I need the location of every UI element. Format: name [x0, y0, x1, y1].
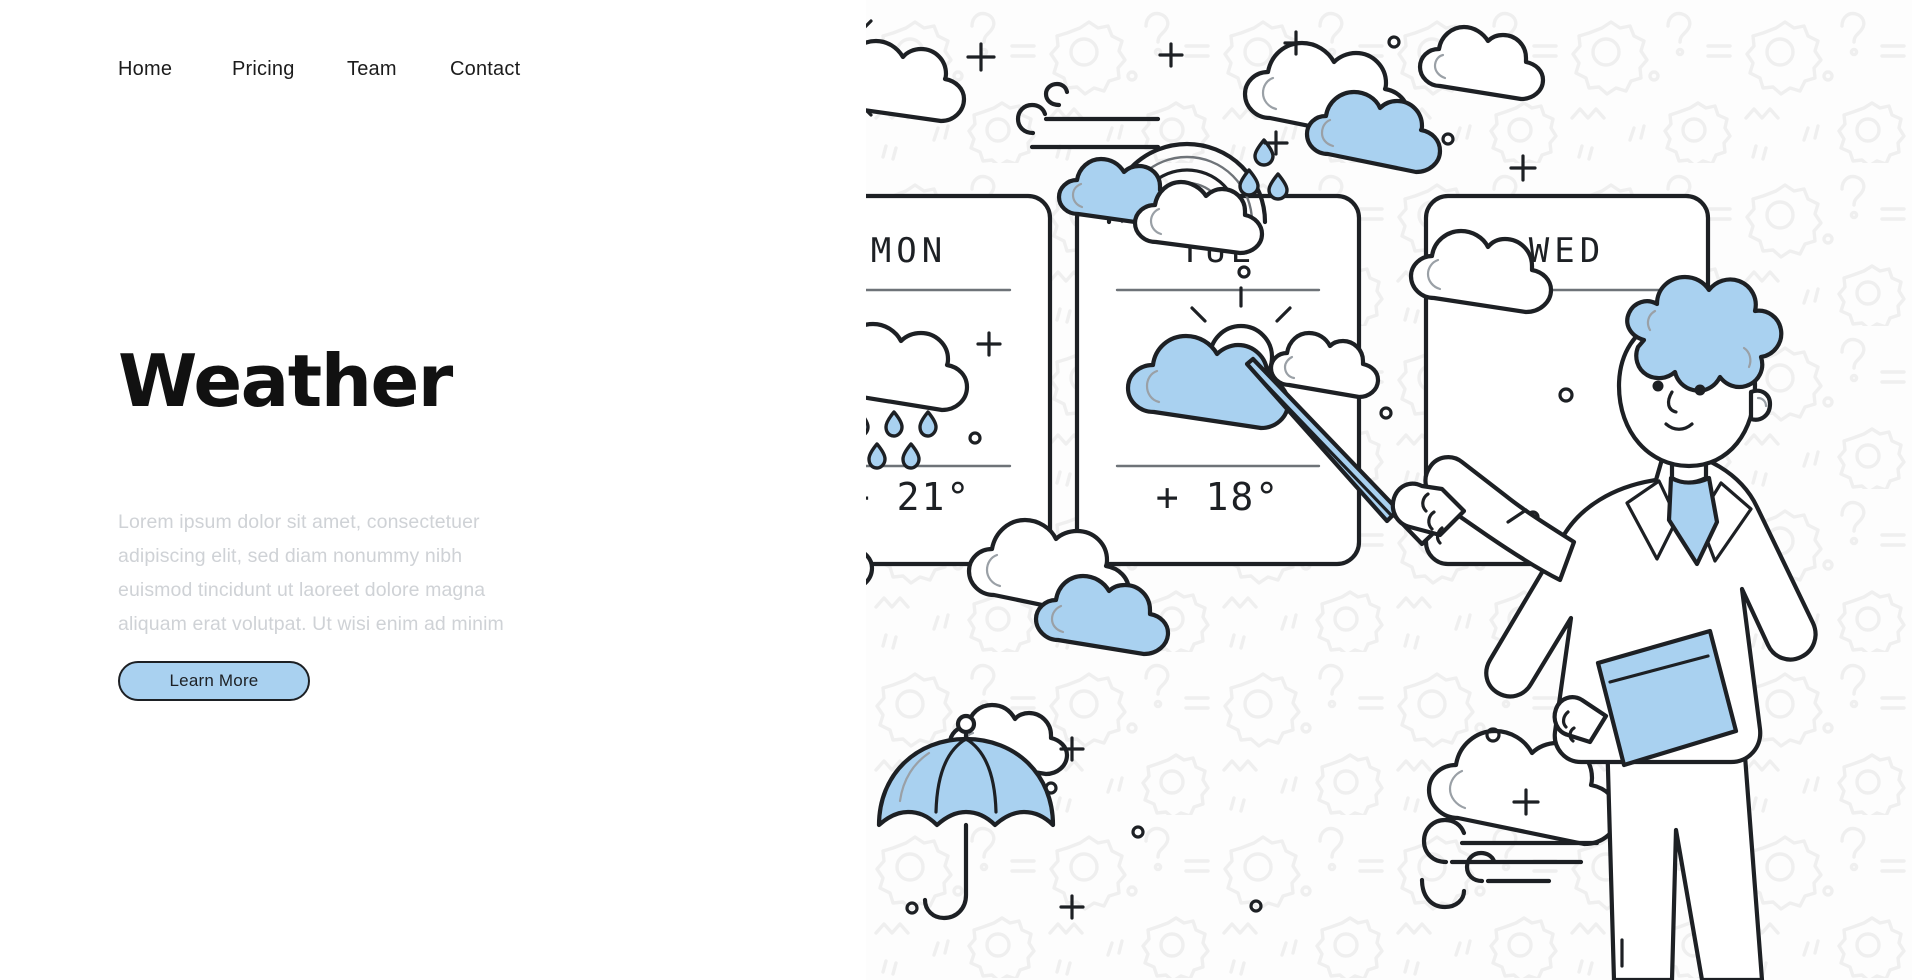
nav-item-team[interactable]: Team [347, 58, 450, 81]
wind-icon-top [1015, 81, 1161, 150]
cloud-icon-top-far-right [1417, 24, 1546, 102]
card-day-label-mon: MON [871, 231, 947, 271]
nav-item-home[interactable]: Home [118, 58, 232, 81]
card-temperature-mon: + 21° [866, 475, 971, 519]
rain-cloud-icon-topright [1238, 40, 1443, 201]
presenter-eye-left [1652, 380, 1664, 392]
learn-more-button[interactable]: Learn More [118, 661, 310, 701]
main-navigation: Home Pricing Team Contact [118, 58, 520, 81]
nav-item-contact[interactable]: Contact [450, 58, 520, 81]
weather-scene-artwork: .ln { fill:none; stroke:#1d2024; stroke-… [866, 19, 1818, 980]
illustration-pane: .ln { fill:none; stroke:#1d2024; stroke-… [866, 0, 1912, 980]
nav-item-pricing[interactable]: Pricing [232, 58, 347, 81]
page-title: Weather [118, 339, 453, 423]
presenter-eye-right [1694, 384, 1706, 396]
weather-landing-page: Home Pricing Team Contact Weather Lorem … [0, 0, 1912, 980]
card-day-label-wed: WED [1529, 231, 1605, 271]
card-temperature-tue: + 18° [1156, 475, 1280, 519]
hero-left-pane: Home Pricing Team Contact Weather Lorem … [0, 0, 866, 980]
sun-behind-cloud-icon-decor [866, 19, 967, 124]
hero-paragraph: Lorem ipsum dolor sit amet, consectetuer… [118, 511, 504, 635]
